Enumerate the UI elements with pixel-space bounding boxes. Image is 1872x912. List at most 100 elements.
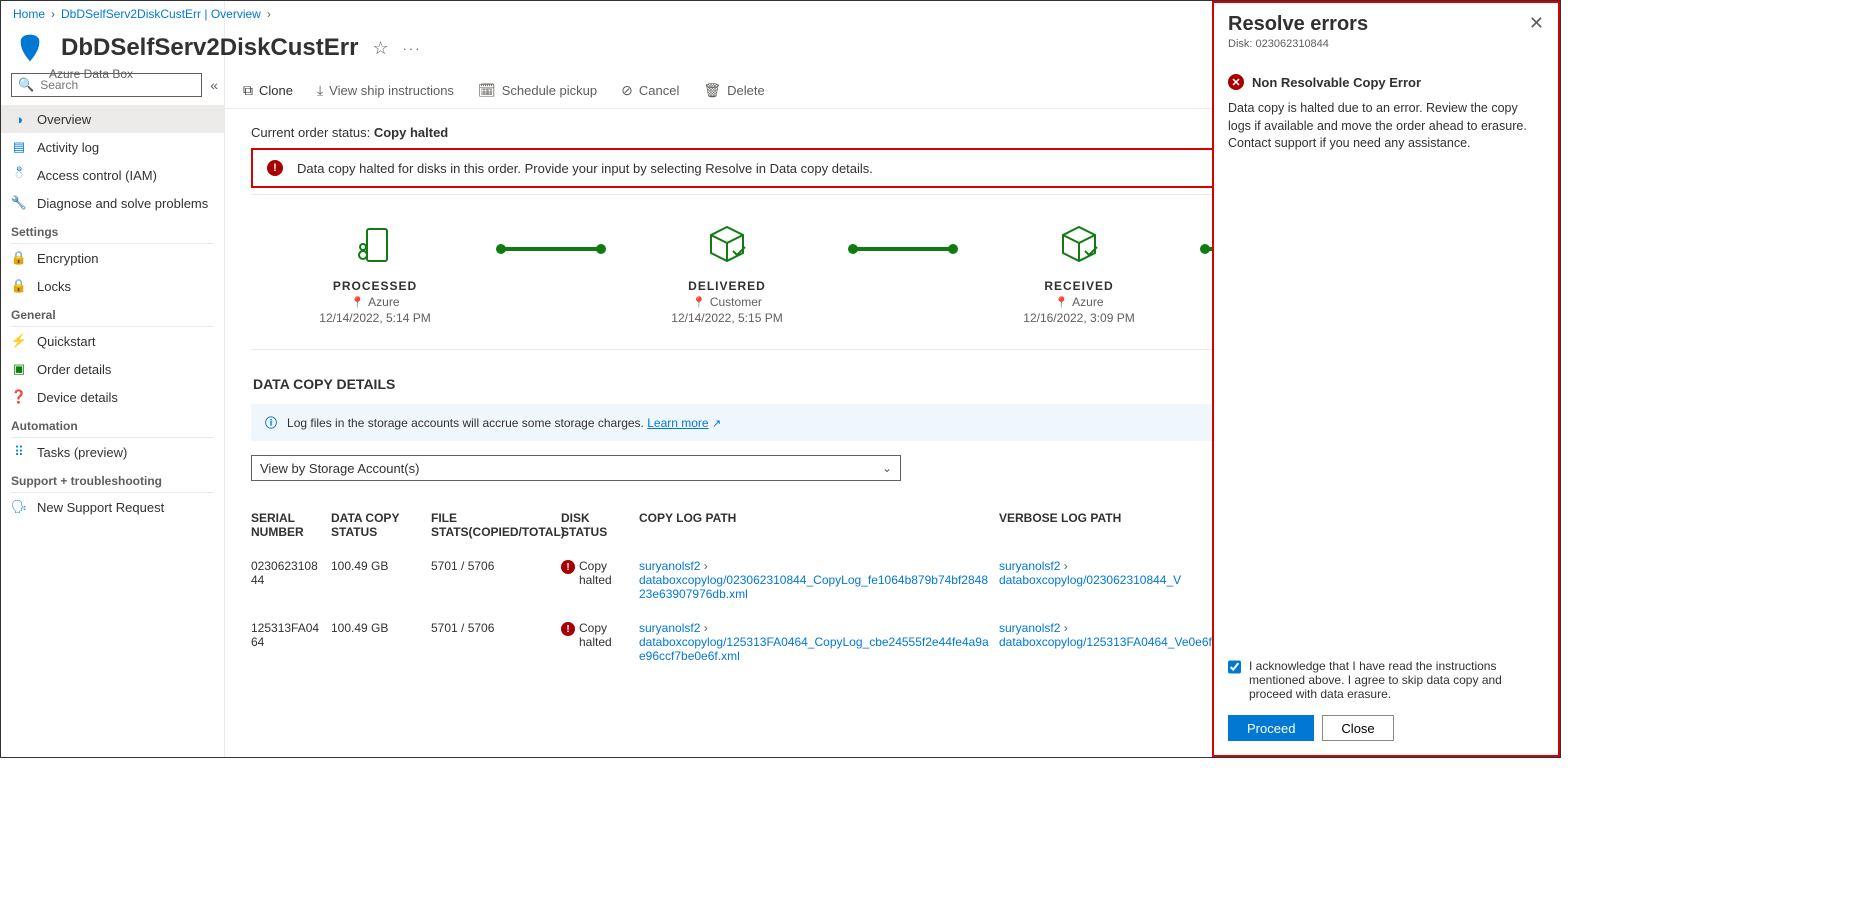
learn-more-link[interactable]: Learn more [647, 416, 708, 430]
page-title: DbDSelfServ2DiskCustErr [61, 34, 358, 62]
nav-item-new-support-request[interactable]: 🗣 New Support Request [1, 493, 224, 521]
people-icon: ီ [11, 167, 27, 183]
overview-icon: ◑ [11, 111, 27, 127]
timeline-step-received: RECEIVED 📍 Azure 12/16/2022, 3:09 PM [955, 221, 1203, 325]
timeline-step-label: PROCESSED [251, 279, 499, 293]
col-file-stats: FILE STATS(COPIED/TOTAL) [431, 505, 561, 549]
location-pin-icon: 📍 [692, 296, 706, 309]
nav-item-tasks-preview-[interactable]: ⠿ Tasks (preview) [1, 438, 224, 466]
order-details-icon: ▣ [11, 361, 27, 377]
nav-item-access-control-iam-[interactable]: ီ Access control (IAM) [1, 161, 224, 189]
col-copy-log-path: COPY LOG PATH [639, 505, 999, 549]
panel-error-body: Data copy is halted due to an error. Rev… [1228, 100, 1544, 153]
favorite-star-icon[interactable]: ☆ [372, 38, 388, 59]
left-nav: 🔍 « ◑Overview▤Activity logီAccess contro… [1, 1, 225, 757]
tasks-icon: ⠿ [11, 444, 27, 460]
chevron-right-icon: › [267, 7, 271, 21]
quickstart-icon: ⚡ [11, 333, 27, 349]
panel-title: Resolve errors [1228, 13, 1368, 36]
acknowledge-checkbox[interactable] [1228, 659, 1241, 675]
timeline-connector [499, 247, 603, 251]
cell-serial-number: 125313FA0464 [251, 611, 331, 673]
nav-item-label: New Support Request [37, 500, 164, 515]
nav-item-label: Encryption [37, 251, 98, 266]
panel-disk-label: Disk: 023062310844 [1228, 38, 1368, 50]
error-icon: ! [561, 622, 575, 636]
device-details-icon: ❓ [11, 389, 27, 405]
cell-disk-status: !Copy halted [561, 549, 639, 611]
timeline-step-icon [347, 221, 403, 269]
nav-item-device-details[interactable]: ❓ Device details [1, 383, 224, 411]
proceed-button[interactable]: Proceed [1228, 715, 1314, 741]
alert-text: Data copy halted for disks in this order… [297, 161, 873, 176]
nav-item-quickstart[interactable]: ⚡ Quickstart [1, 327, 224, 355]
nav-item-activity-log[interactable]: ▤ Activity log [1, 133, 224, 161]
cell-copy-log-path[interactable]: suryanolsf2 ›databoxcopylog/023062310844… [639, 549, 999, 611]
more-actions-icon[interactable]: ··· [403, 41, 422, 56]
lock-icon: 🔒 [11, 250, 27, 266]
nav-item-label: Order details [37, 362, 111, 377]
error-icon: ✕ [1228, 74, 1244, 90]
nav-section-automation: Automation [1, 411, 224, 435]
col-data-copy-status: DATA COPY STATUS [331, 505, 431, 549]
nav-item-label: Diagnose and solve problems [37, 196, 208, 211]
diagnose-icon: 🔧 [11, 195, 27, 211]
panel-error-title: Non Resolvable Copy Error [1252, 75, 1421, 90]
timeline-step-processed: PROCESSED 📍 Azure 12/14/2022, 5:14 PM [251, 221, 499, 325]
cell-file-stats: 5701 / 5706 [431, 611, 561, 673]
chevron-right-icon: › [51, 7, 55, 21]
nav-item-label: Tasks (preview) [37, 445, 127, 460]
close-button[interactable]: Close [1322, 715, 1393, 741]
info-icon: ⓘ [265, 414, 277, 431]
chevron-down-icon: ⌄ [882, 461, 892, 475]
timeline-step-icon [1051, 221, 1107, 269]
nav-section-settings: Settings [1, 217, 224, 241]
nav-section-general: General [1, 300, 224, 324]
external-link-icon: ↗ [712, 418, 721, 430]
resolve-errors-panel: Resolve errors Disk: 023062310844 ✕ ✕ No… [1212, 1, 1560, 757]
cell-disk-status: !Copy halted [561, 611, 639, 673]
timeline-step-location: Azure [1072, 295, 1103, 309]
nav-item-diagnose-and-solve-problems[interactable]: 🔧 Diagnose and solve problems [1, 189, 224, 217]
nav-item-order-details[interactable]: ▣ Order details [1, 355, 224, 383]
cell-file-stats: 5701 / 5706 [431, 549, 561, 611]
cell-data-copy-status: 100.49 GB [331, 549, 431, 611]
timeline-step-delivered: DELIVERED 📍 Customer 12/14/2022, 5:15 PM [603, 221, 851, 325]
breadcrumb-resource[interactable]: DbDSelfServ2DiskCustErr | Overview [61, 7, 261, 21]
error-icon: ! [561, 560, 575, 574]
col-disk-status: DISK STATUS [561, 505, 639, 549]
timeline-connector [851, 247, 955, 251]
cell-serial-number: 023062310844 [251, 549, 331, 611]
acknowledge-label[interactable]: I acknowledge that I have read the instr… [1228, 659, 1544, 701]
nav-item-label: Device details [37, 390, 118, 405]
nav-item-overview[interactable]: ◑ Overview [1, 105, 224, 133]
timeline-step-time: 12/14/2022, 5:15 PM [603, 311, 851, 325]
nav-item-label: Quickstart [37, 334, 96, 349]
nav-item-label: Access control (IAM) [37, 168, 157, 183]
location-pin-icon: 📍 [1054, 296, 1068, 309]
lock-icon: 🔒 [11, 278, 27, 294]
timeline-step-time: 12/16/2022, 3:09 PM [955, 311, 1203, 325]
error-icon: ! [267, 160, 283, 176]
timeline-step-label: RECEIVED [955, 279, 1203, 293]
cell-copy-log-path[interactable]: suryanolsf2 ›databoxcopylog/125313FA0464… [639, 611, 999, 673]
nav-item-label: Locks [37, 279, 71, 294]
col-serial-number: SERIAL NUMBER [251, 505, 331, 549]
nav-item-label: Activity log [37, 140, 99, 155]
timeline-step-location: Customer [710, 295, 762, 309]
activity-log-icon: ▤ [11, 139, 27, 155]
close-panel-icon[interactable]: ✕ [1529, 13, 1544, 34]
view-by-dropdown[interactable]: View by Storage Account(s) ⌄ [251, 455, 901, 481]
timeline-step-label: DELIVERED [603, 279, 851, 293]
nav-item-label: Overview [37, 112, 91, 127]
databox-resource-icon [13, 31, 47, 65]
breadcrumb-home[interactable]: Home [13, 7, 45, 21]
nav-item-locks[interactable]: 🔒 Locks [1, 272, 224, 300]
timeline-step-time: 12/14/2022, 5:14 PM [251, 311, 499, 325]
nav-item-encryption[interactable]: 🔒 Encryption [1, 244, 224, 272]
timeline-step-icon [699, 221, 755, 269]
timeline-step-location: Azure [368, 295, 399, 309]
cell-data-copy-status: 100.49 GB [331, 611, 431, 673]
support-icon: 🗣 [11, 499, 27, 515]
location-pin-icon: 📍 [350, 296, 364, 309]
